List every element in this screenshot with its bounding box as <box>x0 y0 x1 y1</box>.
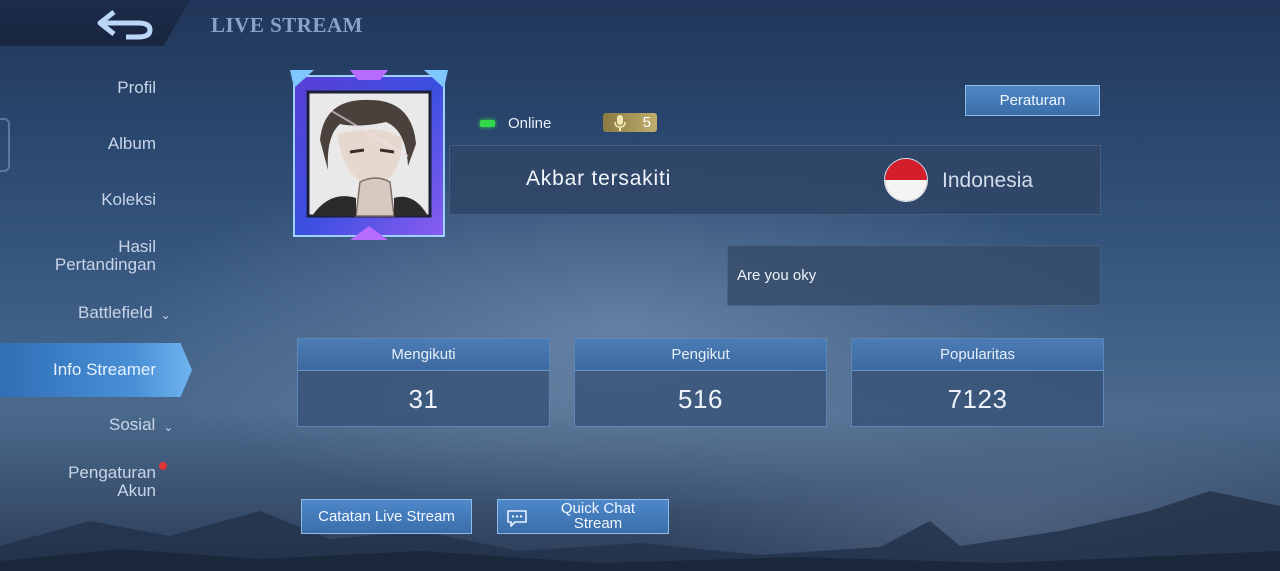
chevron-down-icon: ⌄ <box>160 308 171 322</box>
avatar[interactable] <box>290 70 448 240</box>
sidebar-item-hasil-pertandingan[interactable]: Hasil Pertandingan <box>55 238 156 274</box>
sidebar-item-label: Sosial <box>109 415 156 434</box>
online-status: Online <box>480 115 551 132</box>
sidebar-item-label-line2: Akun <box>117 481 156 500</box>
stat-followers: Pengikut 516 <box>574 338 827 427</box>
quick-chat-label-line2: Stream <box>573 515 623 532</box>
sidebar-item-label-line2: Pertandingan <box>54 255 156 274</box>
stat-value: 7123 <box>947 384 1008 414</box>
top-bar: LIVE STREAM <box>0 0 1280 50</box>
page-title: LIVE STREAM <box>211 13 363 37</box>
mic-level-badge: 5 <box>603 113 657 132</box>
bio-box: Are you oky <box>727 245 1101 306</box>
sidebar-item-profil[interactable]: Profil <box>117 79 156 97</box>
quick-chat-label: Quick Chat Stream <box>546 501 650 531</box>
stat-popularity: Popularitas 7123 <box>851 338 1104 427</box>
stat-value: 31 <box>408 384 439 414</box>
stat-label: Mengikuti <box>298 339 549 371</box>
sidebar-item-label: Hasil <box>118 237 156 256</box>
back-button[interactable] <box>0 0 190 46</box>
name-bar: Akbar tersakiti Indonesia <box>449 145 1101 215</box>
bio-text: Are you oky <box>737 267 817 284</box>
sidebar-item-pengaturan-akun[interactable]: Pengaturan Akun <box>68 464 156 500</box>
stat-value: 516 <box>678 384 723 414</box>
status-text: Online <box>508 115 552 132</box>
streamer-name: Akbar tersakiti <box>526 167 672 190</box>
sidebar-item-label: Koleksi <box>101 190 156 209</box>
stream-log-button[interactable]: Catatan Live Stream <box>301 499 472 534</box>
sidebar-item-koleksi[interactable]: Koleksi <box>101 191 156 209</box>
stat-label: Popularitas <box>852 339 1103 371</box>
sidebar-item-label: Battlefield <box>78 303 153 322</box>
country-name: Indonesia <box>942 169 1034 192</box>
side-edge-handle <box>0 118 10 172</box>
rules-button[interactable]: Peraturan <box>965 85 1100 116</box>
stat-label: Pengikut <box>575 339 826 371</box>
sidebar-item-battlefield[interactable]: Battlefield ⌄ <box>78 304 171 323</box>
sidebar-item-label: Album <box>107 134 156 153</box>
sidebar-item-label: Info Streamer <box>53 360 156 379</box>
indonesia-flag-icon <box>884 158 928 202</box>
sidebar-item-info-streamer[interactable]: Info Streamer <box>0 343 192 397</box>
chevron-down-icon: ⌄ <box>163 420 174 434</box>
mic-level-value: 5 <box>642 114 651 131</box>
sidebar-item-sosial[interactable]: Sosial ⌄ <box>109 416 173 435</box>
quick-chat-stream-button[interactable]: Quick Chat Stream <box>497 499 669 534</box>
status-indicator <box>480 120 495 127</box>
notification-dot <box>159 462 167 470</box>
chat-bubble-icon <box>507 510 527 527</box>
quick-chat-label-line1: Quick Chat <box>560 500 636 517</box>
sidebar-item-album[interactable]: Album <box>108 135 156 153</box>
sidebar-item-label: Pengaturan <box>68 463 156 482</box>
sidebar-item-label: Profil <box>117 78 156 97</box>
microphone-icon <box>614 114 626 131</box>
stat-following: Mengikuti 31 <box>297 338 550 427</box>
back-arrow-icon <box>97 10 153 40</box>
